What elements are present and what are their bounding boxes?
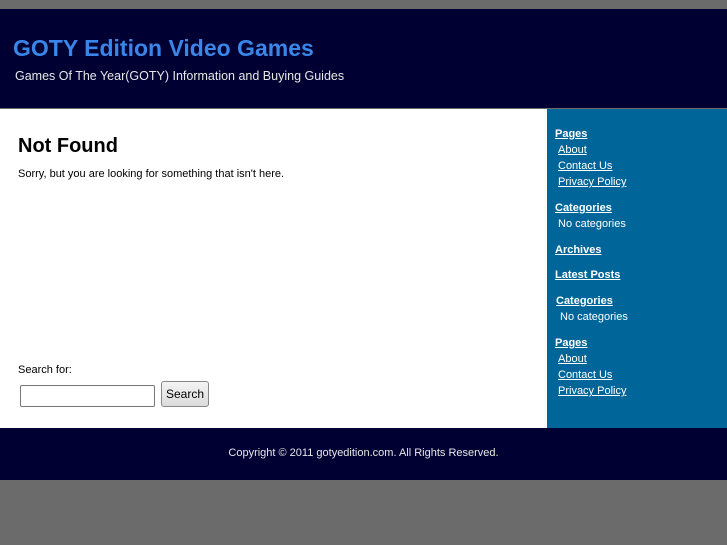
- main-content: Not Found Sorry, but you are looking for…: [0, 109, 545, 428]
- sidebar-link-contact-2[interactable]: Contact Us: [558, 369, 612, 381]
- search-label: Search for:: [18, 364, 72, 376]
- site-header: GOTY Edition Video Games Games Of The Ye…: [0, 9, 727, 108]
- sidebar-heading-archives[interactable]: Archives: [555, 244, 601, 256]
- sidebar: Pages About Contact Us Privacy Policy Ca…: [545, 109, 727, 428]
- sidebar-heading-categories-2[interactable]: Categories: [556, 295, 613, 307]
- top-bar: [0, 0, 727, 9]
- site-footer: Copyright © 2011 gotyedition.com. All Ri…: [0, 428, 727, 480]
- sidebar-heading-pages[interactable]: Pages: [555, 128, 587, 140]
- sidebar-heading-categories[interactable]: Categories: [555, 202, 612, 214]
- search-input[interactable]: [20, 385, 155, 407]
- sidebar-heading-pages-2[interactable]: Pages: [555, 337, 587, 349]
- no-categories-text: No categories: [558, 218, 626, 230]
- site-tagline: Games Of The Year(GOTY) Information and …: [15, 69, 345, 83]
- sidebar-link-privacy-2[interactable]: Privacy Policy: [558, 385, 626, 397]
- sidebar-link-about[interactable]: About: [558, 144, 587, 156]
- not-found-message: Sorry, but you are looking for something…: [18, 168, 285, 180]
- page-title: Not Found: [18, 135, 118, 157]
- search-button[interactable]: Search: [161, 381, 209, 407]
- sidebar-link-about-2[interactable]: About: [558, 353, 587, 365]
- sidebar-heading-latest-posts[interactable]: Latest Posts: [555, 269, 620, 281]
- sidebar-link-contact[interactable]: Contact Us: [558, 160, 612, 172]
- site-title-link[interactable]: GOTY Edition Video Games: [13, 35, 314, 62]
- copyright-text: Copyright © 2011 gotyedition.com. All Ri…: [228, 447, 499, 459]
- sidebar-link-privacy[interactable]: Privacy Policy: [558, 176, 626, 188]
- no-categories-text-2: No categories: [560, 311, 628, 323]
